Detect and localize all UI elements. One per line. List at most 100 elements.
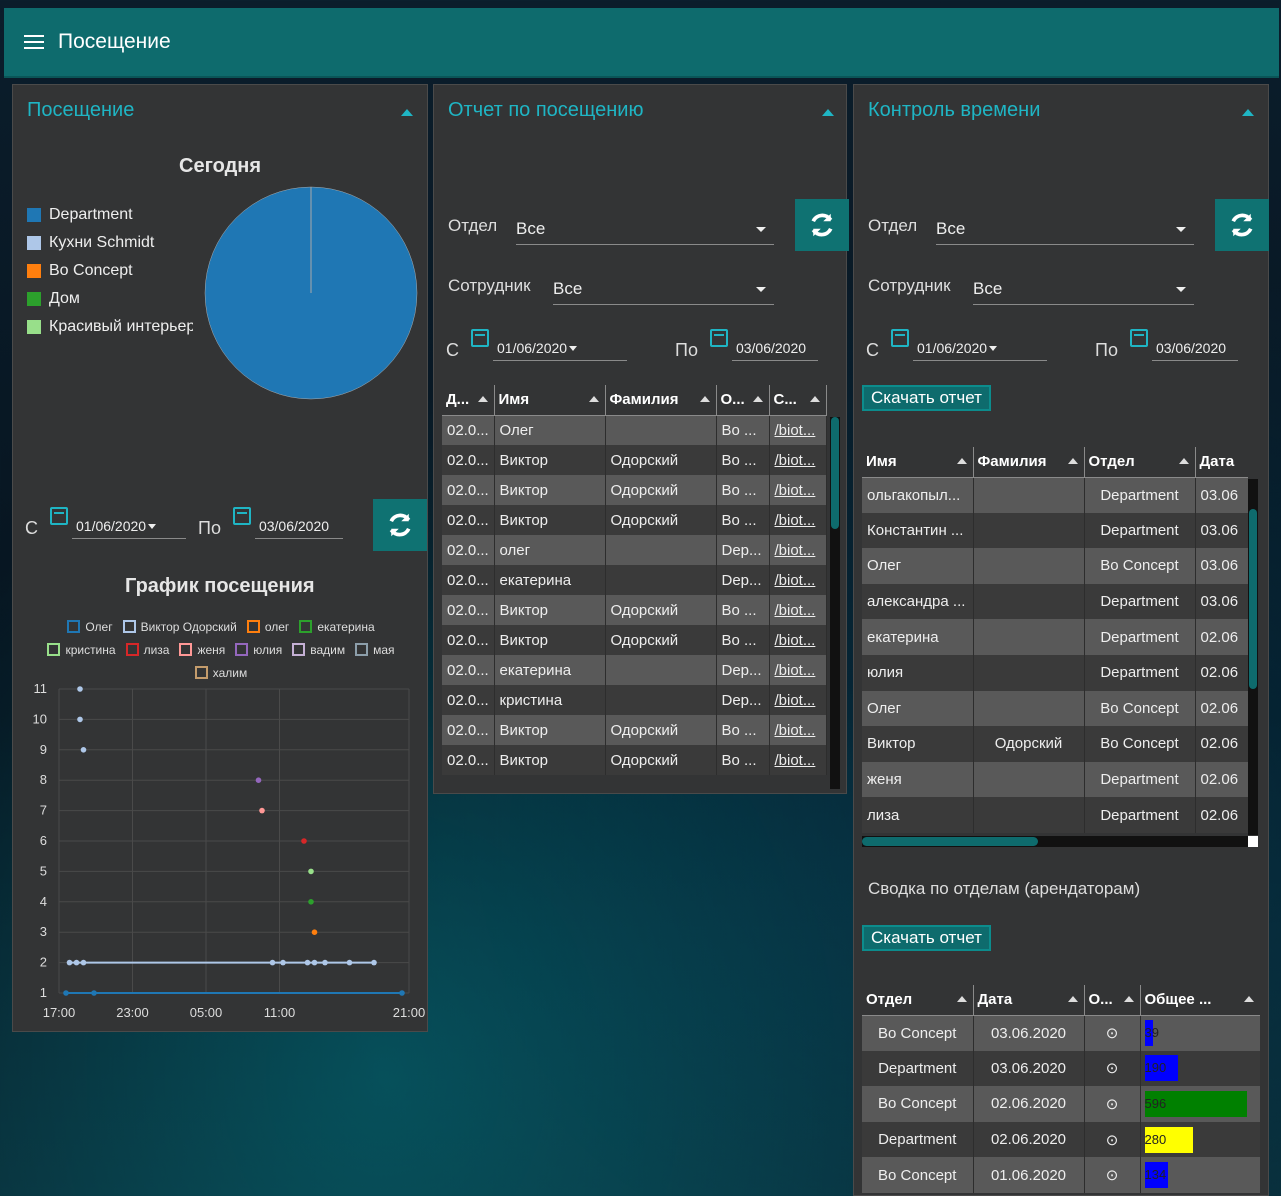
chart-legend-item[interactable]: мая	[355, 640, 395, 659]
column-header[interactable]: С...	[769, 385, 827, 416]
time-scrollbar-horizontal[interactable]	[862, 836, 1258, 847]
table-row[interactable]: Bo Concept 01.06.2020 ⊙ 134	[862, 1157, 1260, 1193]
report-scrollbar[interactable]	[830, 417, 840, 789]
pie-legend-item[interactable]: Кухни Schmidt	[27, 229, 193, 257]
file-link[interactable]: /biot...	[769, 535, 827, 565]
download-summary-button[interactable]: Скачать отчет	[862, 925, 991, 951]
table-row[interactable]: александра ... Department 03.06	[862, 583, 1248, 620]
table-row[interactable]: Bo Concept 02.06.2020 ⊙ 596	[862, 1086, 1260, 1122]
sort-icon[interactable]	[956, 996, 967, 1002]
column-header[interactable]: Дата	[973, 985, 1085, 1016]
time-scrollbar-vertical[interactable]	[1248, 479, 1258, 835]
table-row[interactable]: Олег Bo Concept 02.06	[862, 690, 1248, 727]
sort-icon[interactable]	[1178, 458, 1189, 464]
pie-legend-item[interactable]: Красивый интерьер	[27, 313, 193, 341]
date-from-input[interactable]: 01/06/2020	[493, 337, 627, 361]
table-row[interactable]: 02.0... Виктор Одорский Bo .../biot...	[442, 745, 827, 775]
table-row[interactable]: Олег Bo Concept 03.06	[862, 548, 1248, 584]
chart-legend-item[interactable]: екатерина	[299, 617, 375, 636]
sort-icon[interactable]	[1247, 458, 1248, 464]
chart-legend-item[interactable]: юлия	[235, 640, 282, 659]
clock-icon[interactable]: ⊙	[1106, 1132, 1119, 1149]
collapse-icon[interactable]	[822, 109, 834, 116]
dept-select[interactable]: Все	[516, 215, 774, 245]
calendar-icon[interactable]	[891, 329, 909, 347]
file-link[interactable]: /biot...	[769, 595, 827, 625]
sort-icon[interactable]	[477, 396, 488, 402]
sort-icon[interactable]	[956, 458, 967, 464]
sort-icon[interactable]	[752, 396, 763, 402]
table-row[interactable]: 02.0... кристина Dep.../biot...	[442, 685, 827, 715]
chart-legend-item[interactable]: лиза	[125, 640, 169, 659]
sort-icon[interactable]	[1067, 996, 1078, 1002]
sort-icon[interactable]	[1067, 458, 1078, 464]
sort-icon[interactable]	[1243, 996, 1254, 1002]
employee-select[interactable]: Все	[553, 275, 774, 305]
column-header[interactable]: Фамилия	[605, 385, 717, 416]
refresh-button[interactable]	[373, 499, 427, 551]
pie-legend-item[interactable]: Дом	[27, 285, 193, 313]
calendar-icon[interactable]	[232, 507, 251, 525]
chart-legend-item[interactable]: кристина	[47, 640, 116, 659]
table-row[interactable]: Константин ... Department 03.06	[862, 512, 1248, 549]
table-row[interactable]: 02.0... екатерина Dep.../biot...	[442, 565, 827, 595]
table-row[interactable]: женя Department 02.06	[862, 761, 1248, 798]
column-header[interactable]: Отдел	[862, 985, 974, 1016]
column-header[interactable]: О...	[1084, 985, 1141, 1016]
pie-legend-item[interactable]: Department	[27, 201, 193, 229]
file-link[interactable]: /biot...	[769, 505, 827, 535]
chart-legend-item[interactable]: женя	[179, 640, 225, 659]
dept-select[interactable]: Все	[936, 215, 1194, 245]
table-row[interactable]: Виктор Одорский Bo Concept 02.06	[862, 726, 1248, 762]
menu-icon[interactable]	[24, 35, 44, 49]
table-row[interactable]: 02.0... Виктор Одорский Bo .../biot...	[442, 475, 827, 505]
file-link[interactable]: /biot...	[769, 475, 827, 505]
pie-legend-item[interactable]: Bo Concept	[27, 257, 193, 285]
calendar-icon[interactable]	[709, 329, 728, 347]
chart-legend-item[interactable]: Олег	[67, 617, 113, 636]
date-to-input[interactable]: 03/06/2020	[1151, 337, 1238, 361]
chart-legend-item[interactable]: вадим	[292, 640, 345, 659]
table-row[interactable]: ольгакопыл... Department 03.06	[862, 477, 1248, 513]
table-row[interactable]: 02.0... Виктор Одорский Bo .../biot...	[442, 505, 827, 535]
table-row[interactable]: 02.0... Виктор Одорский Bo .../biot...	[442, 625, 827, 655]
column-header[interactable]: Д...	[442, 385, 495, 416]
table-row[interactable]: 02.0... олег Dep.../biot...	[442, 535, 827, 565]
chart-legend-item[interactable]: халим	[194, 663, 247, 682]
collapse-icon[interactable]	[401, 109, 413, 116]
collapse-icon[interactable]	[1242, 109, 1254, 116]
file-link[interactable]: /biot...	[769, 625, 827, 655]
file-link[interactable]: /biot...	[769, 655, 827, 685]
calendar-icon[interactable]	[50, 507, 68, 525]
column-header[interactable]: Отдел	[1084, 447, 1196, 478]
table-row[interactable]: Bo Concept 03.06.2020 ⊙ 39	[862, 1015, 1260, 1051]
date-from-input[interactable]: 01/06/2020	[913, 337, 1047, 361]
file-link[interactable]: /biot...	[769, 445, 827, 475]
table-row[interactable]: 02.0... Олег Bo .../biot...	[442, 415, 827, 445]
clock-icon[interactable]: ⊙	[1106, 1060, 1119, 1077]
column-header[interactable]: Дата	[1195, 447, 1248, 478]
sort-icon[interactable]	[809, 396, 820, 402]
date-to-input[interactable]: 03/06/2020	[254, 515, 343, 539]
table-row[interactable]: екатерина Department 02.06	[862, 619, 1248, 655]
sort-icon[interactable]	[699, 396, 710, 402]
file-link[interactable]: /biot...	[769, 685, 827, 715]
sort-icon[interactable]	[1123, 996, 1134, 1002]
table-row[interactable]: Department 03.06.2020 ⊙ 190	[862, 1050, 1260, 1087]
table-row[interactable]: 02.0... Виктор Одорский Bo .../biot...	[442, 715, 827, 745]
clock-icon[interactable]: ⊙	[1106, 1096, 1119, 1113]
chart-legend-item[interactable]: Виктор Одорский	[122, 617, 237, 636]
column-header[interactable]: Общее ...	[1140, 985, 1260, 1016]
table-row[interactable]: юлия Department 02.06	[862, 654, 1248, 691]
calendar-icon[interactable]	[1129, 329, 1148, 347]
clock-icon[interactable]: ⊙	[1106, 1167, 1119, 1184]
table-row[interactable]: Department 02.06.2020 ⊙ 280	[862, 1121, 1260, 1158]
sort-icon[interactable]	[588, 396, 599, 402]
download-report-button[interactable]: Скачать отчет	[862, 385, 991, 411]
file-link[interactable]: /biot...	[769, 415, 827, 445]
file-link[interactable]: /biot...	[769, 565, 827, 595]
chart-legend-item[interactable]: олег	[246, 617, 289, 636]
clock-icon[interactable]: ⊙	[1106, 1025, 1119, 1042]
file-link[interactable]: /biot...	[769, 745, 827, 775]
column-header[interactable]: Имя	[494, 385, 606, 416]
